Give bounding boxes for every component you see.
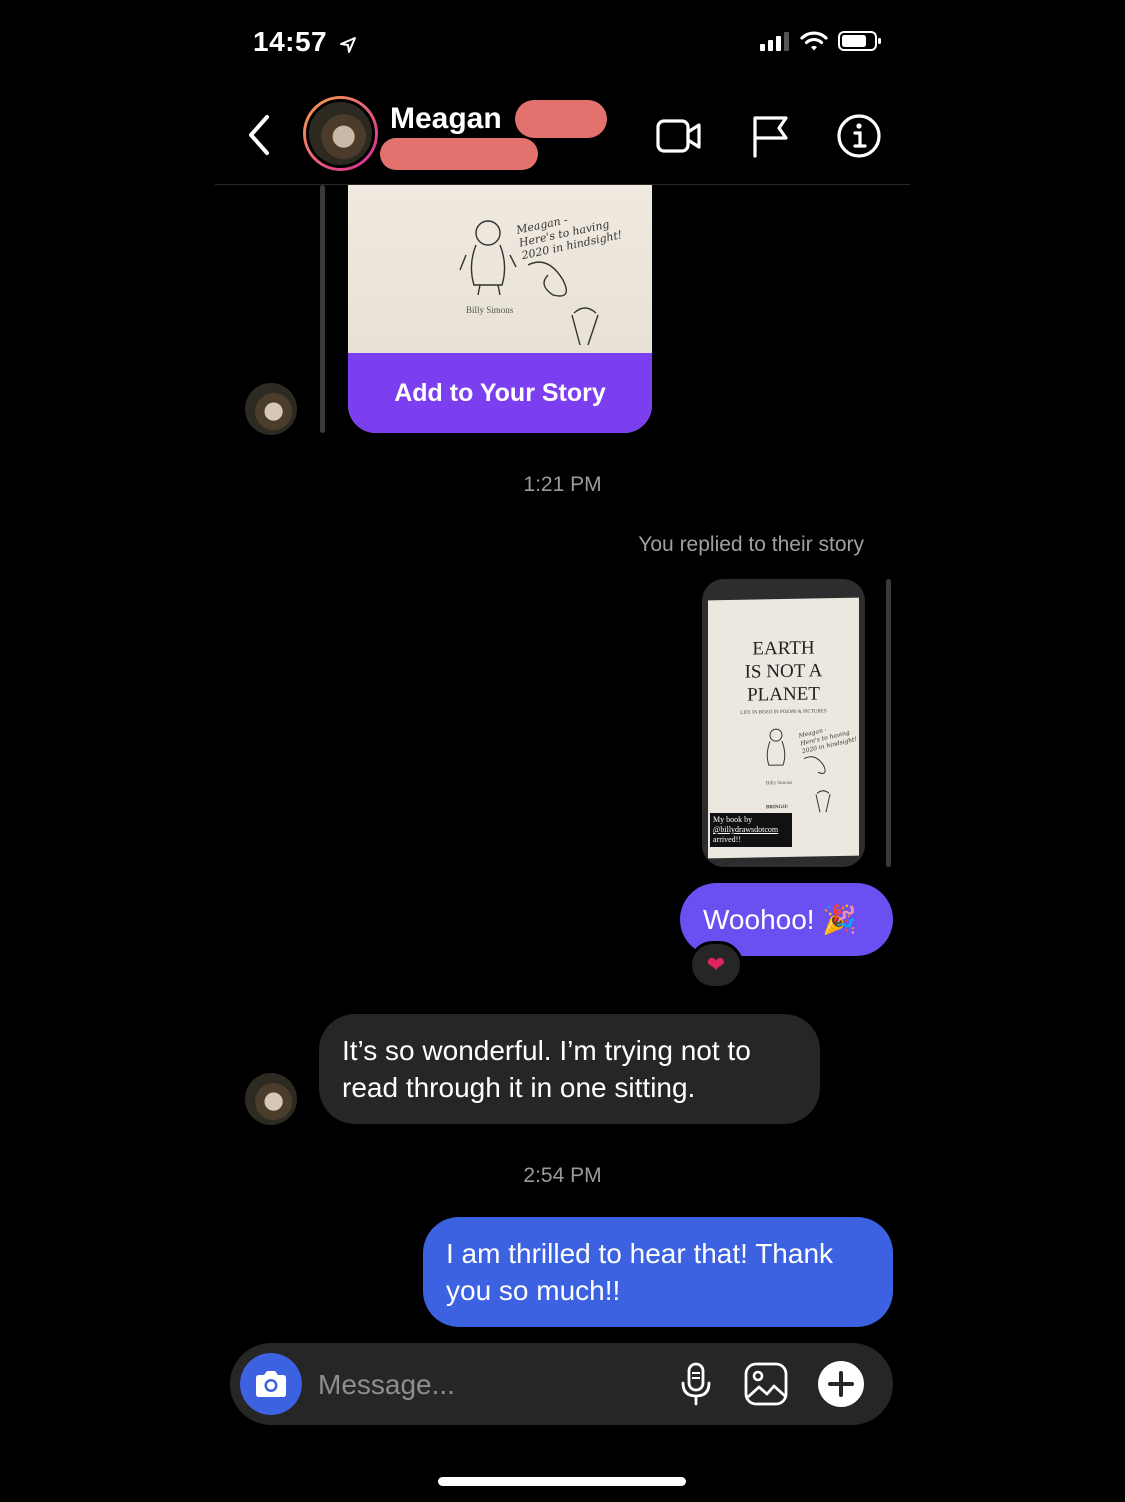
author-caption: Billy Simons (466, 305, 514, 315)
microphone-icon[interactable] (673, 1361, 719, 1407)
flag-icon[interactable] (748, 112, 796, 160)
message-text: I am thrilled to hear that! Thank you so… (446, 1238, 834, 1306)
book-title-line: IS NOT A (744, 660, 823, 683)
redaction-mark (380, 138, 538, 170)
wifi-icon (800, 30, 828, 57)
timestamp: 1:21 PM (523, 473, 602, 496)
back-chevron-icon[interactable] (241, 110, 281, 160)
message-composer (230, 1343, 893, 1425)
timestamp: 2:54 PM (523, 1164, 602, 1187)
info-icon[interactable] (835, 112, 883, 160)
story-text-sticker: My book by @billydrawsdotcom arrived!! (710, 813, 792, 847)
camera-icon[interactable] (240, 1353, 302, 1415)
book-title-line: EARTH (752, 637, 815, 660)
book-author: Billy Simons (766, 780, 793, 787)
publisher-name: BRINGO! (766, 804, 788, 811)
gallery-icon[interactable] (743, 1361, 789, 1407)
heart-reaction-icon[interactable]: ❤ (689, 941, 743, 989)
dm-screen: 14:57 Meagan Meagan - Here's to having 2… (215, 0, 910, 1502)
reaction-emoji: ❤ (706, 952, 726, 977)
story-reply-line (320, 185, 325, 433)
message-input[interactable] (318, 1365, 658, 1405)
contact-name[interactable]: Meagan (390, 102, 502, 136)
sent-message-bubble[interactable]: I am thrilled to hear that! Thank you so… (423, 1217, 893, 1327)
sender-avatar[interactable] (245, 383, 297, 435)
contact-avatar[interactable] (303, 96, 378, 171)
sender-avatar[interactable] (245, 1073, 297, 1125)
home-indicator[interactable] (438, 1477, 686, 1486)
battery-icon (838, 30, 882, 57)
shared-story-card[interactable]: Meagan - Here's to having 2020 in hindsi… (348, 185, 652, 433)
status-icons (760, 30, 882, 57)
message-text: Woohoo! 🎉 (703, 904, 858, 935)
add-to-story-button[interactable]: Add to Your Story (348, 353, 652, 433)
book-title-line: PLANET (747, 683, 820, 706)
story-image[interactable]: Meagan - Here's to having 2020 in hindsi… (348, 185, 652, 353)
video-call-icon[interactable] (655, 112, 703, 160)
location-arrow-icon (339, 31, 357, 56)
message-text: It’s so wonderful. I’m trying not to rea… (342, 1035, 751, 1103)
received-message-bubble[interactable]: It’s so wonderful. I’m trying not to rea… (319, 1014, 820, 1124)
chat-header: Meagan (215, 90, 910, 185)
story-reply-label: You replied to their story (638, 533, 864, 556)
time-text: 14:57 (253, 26, 328, 57)
redaction-mark (515, 100, 607, 138)
plus-icon[interactable] (817, 1360, 865, 1408)
sticker-line: My book by (713, 815, 753, 824)
replied-story-thumbnail[interactable]: EARTH IS NOT A PLANET LIFE IN BOZO IN PO… (702, 579, 865, 867)
status-time: 14:57 (253, 26, 357, 58)
story-reply-line (886, 579, 891, 867)
sticker-line: @billydrawsdotcom (713, 825, 779, 834)
cellular-signal-icon (760, 31, 790, 56)
sticker-line: arrived!! (713, 835, 741, 844)
